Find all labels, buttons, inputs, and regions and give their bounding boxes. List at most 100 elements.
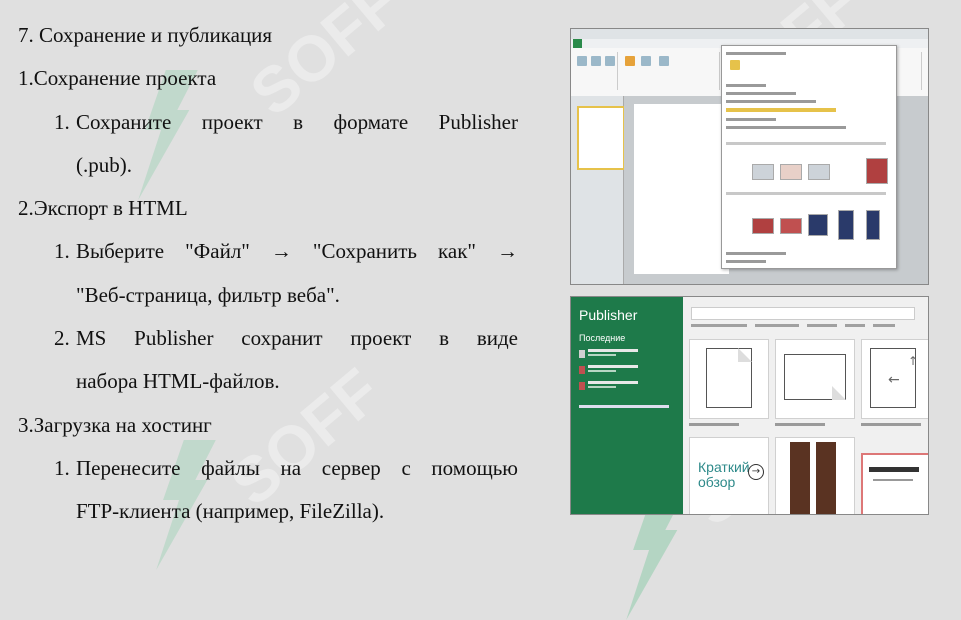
list-number: 1. [54, 109, 70, 134]
template-tile [838, 210, 854, 240]
template-preview [816, 442, 836, 514]
list-number: 2. [54, 326, 70, 351]
template-card-blank-portrait [689, 339, 769, 419]
list-text: Перенесите файлы на сервер с помощью [76, 455, 518, 480]
page-thumbnail [577, 106, 625, 170]
template-tile [752, 218, 774, 234]
template-card-certificate [861, 453, 928, 514]
template-tile [780, 218, 802, 234]
list-number: 1. [54, 239, 70, 264]
ribbon-group [573, 52, 618, 90]
brief-tour-label: Краткий обзор [698, 459, 750, 490]
document-icon [579, 382, 585, 390]
tab [611, 39, 623, 48]
template-tile [780, 164, 802, 180]
ribbon-button-icon [577, 56, 587, 66]
open-other-files-link [579, 405, 669, 408]
recent-file-path [588, 386, 616, 388]
ribbon-group [619, 52, 720, 90]
ribbon-button-icon [591, 56, 601, 66]
recent-file-path [588, 354, 616, 356]
tab-file [573, 39, 583, 48]
template-tile [752, 164, 774, 180]
template-card-tour: Краткий обзор → [689, 437, 769, 514]
list-text-continued: "Веб-страница, фильтр веба". [76, 282, 340, 307]
menu-item-icon [730, 60, 740, 70]
list-text-continued: набора HTML-файлов. [76, 369, 280, 394]
template-preview [790, 442, 810, 514]
document-icon [579, 350, 585, 358]
ribbon-button-icon [625, 56, 635, 66]
recent-file-path [588, 370, 616, 372]
page-fold-icon [832, 386, 846, 400]
list-item: 1. Сохраните проект в формате Publisher [18, 101, 518, 144]
menu-item [726, 100, 816, 103]
ribbon-button-icon [641, 56, 651, 66]
menu-item [726, 92, 796, 95]
tab [597, 39, 608, 48]
window-titlebar [571, 29, 928, 39]
list-text-continued: FTP-клиента (например, FileZilla). [76, 499, 385, 524]
recent-file-item [579, 349, 679, 359]
document-icon [579, 366, 585, 374]
page-fold-icon [738, 348, 752, 362]
menu-item [726, 52, 786, 55]
menu-item-highlighted [726, 108, 836, 112]
template-search-box [691, 307, 915, 320]
menu-item [726, 84, 766, 87]
recent-file-name [588, 365, 638, 368]
template-caption [775, 423, 825, 426]
template-card-doors [775, 437, 855, 514]
category-link [845, 324, 865, 327]
template-categories [691, 324, 921, 328]
template-tile [866, 210, 880, 240]
section-title: 2.Экспорт в HTML [18, 196, 188, 221]
menu-item [726, 252, 786, 255]
arrow-right-circle-icon: → [748, 464, 764, 480]
menu-item [726, 260, 766, 263]
menu-item [726, 118, 776, 121]
template-tile [808, 164, 830, 180]
list-text: MS Publisher сохранит проект в виде [76, 326, 518, 351]
menu-item [726, 126, 846, 129]
category-link [873, 324, 895, 327]
category-link [807, 324, 837, 327]
template-tile [866, 158, 888, 184]
section-title: 3.Загрузка на хостинг [18, 412, 212, 437]
start-sidebar: Publisher Последние [571, 297, 683, 514]
template-tile [808, 214, 828, 236]
template-caption [861, 423, 921, 426]
template-preview [873, 479, 913, 481]
category-link [691, 324, 747, 327]
tab [584, 39, 595, 48]
recent-file-name [588, 381, 638, 384]
menu-divider [726, 142, 886, 145]
template-card-blank-landscape [775, 339, 855, 419]
list-text: Выберите "Файл" → "Сохранить как" → [76, 239, 518, 264]
app-name: Publisher [579, 307, 638, 323]
list-number: 1. [54, 455, 70, 480]
tab [625, 39, 636, 48]
arrow-left-icon: ← [888, 372, 900, 388]
publisher-save-screenshot [570, 28, 929, 285]
list-item: 1. Выберите "Файл" → "Сохранить как" → [18, 230, 518, 273]
publisher-start-screenshot: Publisher Последние ← ↑ Краткий обзор → [570, 296, 929, 515]
slide-heading: 7. Сохранение и публикация [18, 23, 273, 47]
ribbon-button-icon [605, 56, 615, 66]
arrow-up-icon: ↑ [908, 354, 919, 368]
section-title: 1.Сохранение проекта [18, 66, 217, 91]
category-link [755, 324, 799, 327]
list-item: 1. Перенесите файлы на сервер с помощью [18, 447, 518, 490]
page-navigation-pane [571, 96, 625, 284]
save-as-dropdown-menu [721, 45, 897, 269]
menu-divider [726, 192, 886, 195]
slide-body: 7. Сохранение и публикация 1.Сохранение … [18, 14, 518, 534]
recent-label: Последние [579, 333, 626, 343]
template-caption [689, 423, 739, 426]
list-text: Сохраните проект в формате Publisher [76, 109, 518, 134]
recent-file-item [579, 365, 679, 375]
list-item: 2. MS Publisher сохранит проект в виде [18, 317, 518, 360]
template-card-more: ← ↑ [861, 339, 928, 419]
ribbon-button-icon [659, 56, 669, 66]
template-preview [869, 467, 919, 472]
